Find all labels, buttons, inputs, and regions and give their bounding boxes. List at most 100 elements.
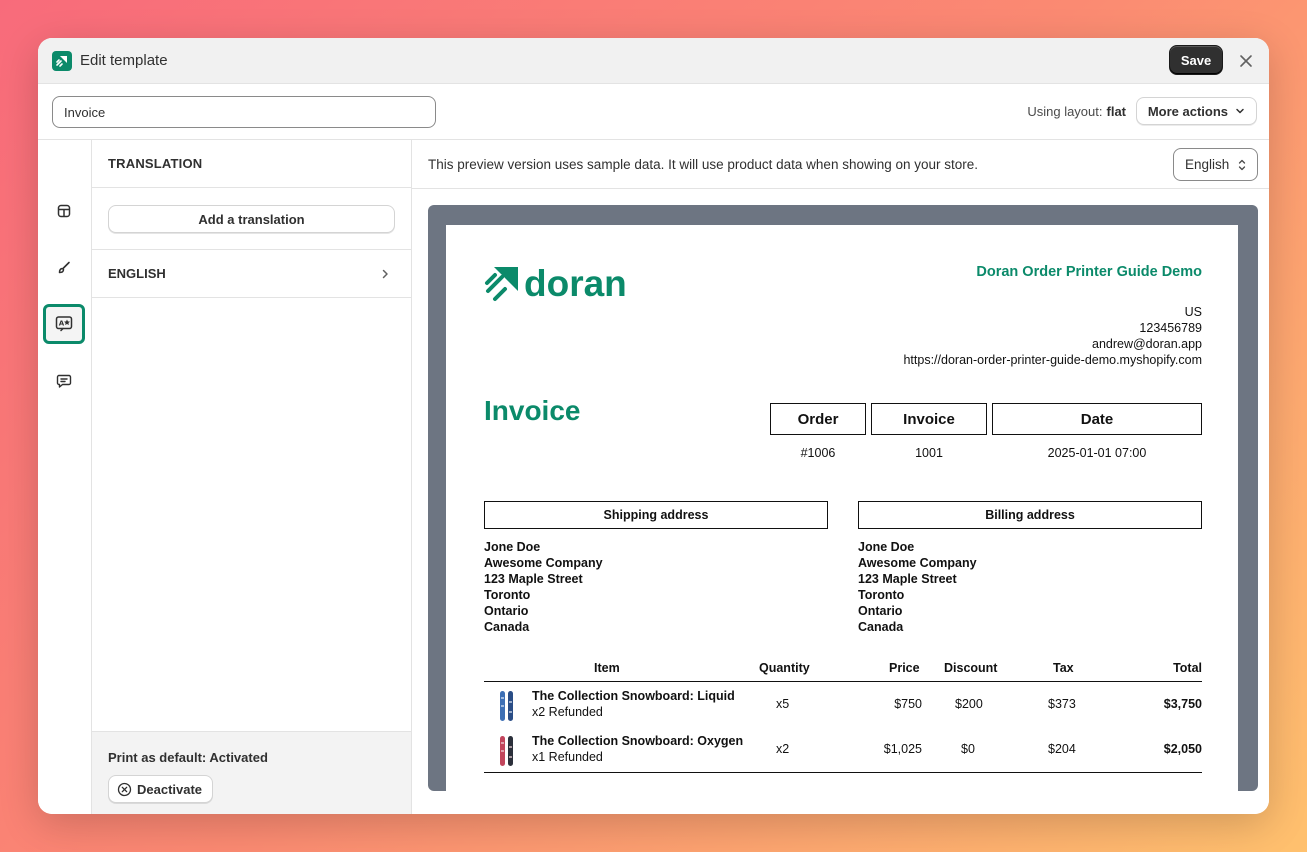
col-price: Price [889,661,920,675]
translation-icon: A [55,316,73,332]
billing-street: 123 Maple Street [858,572,957,586]
item-tax: $204 [1048,742,1076,756]
shipping-address: Jone Doe Awesome Company 123 Maple Stree… [484,539,603,635]
billing-country: Canada [858,620,904,634]
toolbar: Using layout:flat More actions [38,84,1269,140]
snowboard-oxygen-thumbnail [500,736,513,766]
translation-panel: TRANSLATION Add a translation ENGLISH Pr… [92,140,412,814]
billing-address: Jone Doe Awesome Company 123 Maple Stree… [858,539,977,635]
shop-phone: 123456789 [1139,321,1202,335]
layout-label: Using layout: [1027,104,1103,119]
order-header: Order [770,403,866,435]
preview-divider [412,188,1269,189]
date-header: Date [992,403,1202,435]
brand-name: doran [524,263,627,303]
chat-icon [56,374,72,388]
item-name: The Collection Snowboard: Oxygen [532,734,744,748]
left-rail: A [38,140,92,814]
rail-feedback-button[interactable] [43,361,85,401]
chevron-right-icon [382,269,388,278]
billing-city: Toronto [858,588,905,602]
item-price: $750 [894,697,922,711]
layout-info: Using layout: flat [1027,104,1126,119]
language-item-label: ENGLISH [108,266,166,281]
item-quantity: x5 [776,697,790,711]
order-number: #1006 [800,446,836,460]
invoice-number: 1001 [915,446,943,460]
col-total: Total [1173,661,1202,675]
deactivate-button[interactable]: Deactivate [108,775,214,803]
more-actions-button[interactable]: More actions [1135,97,1257,125]
rail-layout-button[interactable] [43,191,85,231]
cancel-circle-icon [117,782,132,796]
shipping-company: Awesome Company [484,556,603,570]
item-name: The Collection Snowboard: Liquid [532,689,735,703]
snowboard-liquid-thumbnail [500,691,513,721]
layout-value: flat [1106,104,1127,119]
select-arrows-icon [1238,159,1246,170]
item-total: $3,750 [1163,697,1202,711]
svg-text:A: A [59,320,65,328]
item-discount: $200 [955,697,983,711]
item-tax: $373 [1048,697,1076,711]
table-row: The Collection Snowboard: Liquid x2 Refu… [484,682,1202,727]
shipping-street: 123 Maple Street [484,572,583,586]
add-translation-button[interactable]: Add a translation [108,205,395,233]
layout-icon [57,204,71,218]
shipping-city: Toronto [484,588,531,602]
shop-country: US [1184,305,1202,319]
preview-area: This preview version uses sample data. I… [412,140,1269,814]
billing-company: Awesome Company [858,556,977,570]
item-discount: $0 [961,742,975,756]
language-item-english[interactable]: ENGLISH [92,249,411,298]
invoice-header: Invoice [871,403,987,435]
brand-logo: doran [484,263,634,308]
shop-name: Doran Order Printer Guide Demo [976,264,1202,280]
shop-email: andrew@doran.app [1092,337,1202,351]
col-item: Item [594,661,620,675]
more-actions-label: More actions [1147,103,1228,119]
rail-style-button[interactable] [43,248,85,288]
col-tax: Tax [1053,661,1074,675]
close-icon[interactable] [1235,50,1257,72]
preview-frame: doran Doran Order Printer Guide Demo US … [428,205,1258,791]
preview-language-select[interactable]: English [1173,148,1258,181]
shop-info: US 123456789 andrew@doran.app https://do… [903,304,1202,368]
edit-template-window: Edit template Save Using layout:flat Mor… [38,38,1269,814]
item-price: $1,025 [883,742,922,756]
order-date: 2025-01-01 07:00 [1047,446,1147,460]
line-items-bottom-rule [484,772,1202,773]
window-title: Edit template [80,52,168,69]
line-items-table: Item Quantity Price Discount Tax Total T… [484,657,1202,773]
app-logo-icon [52,50,72,71]
invoice-title: Invoice [484,395,581,426]
col-discount: Discount [944,661,998,675]
col-quantity: Quantity [759,661,810,675]
invoice-document: doran Doran Order Printer Guide Demo US … [446,225,1238,791]
billing-name: Jone Doe [858,540,915,554]
default-status: Print as default: Activated [108,750,268,765]
paintbrush-icon [58,261,70,274]
rail-translation-button[interactable]: A [43,304,85,344]
template-name-input[interactable] [52,96,436,128]
item-note: x1 Refunded [532,750,603,764]
billing-address-header: Billing address [858,501,1202,529]
item-quantity: x2 [776,742,790,756]
item-total: $2,050 [1163,742,1202,756]
shipping-province: Ontario [484,604,529,618]
save-button[interactable]: Save [1169,45,1223,75]
item-note: x2 Refunded [532,705,603,719]
shipping-name: Jone Doe [484,540,541,554]
shipping-address-header: Shipping address [484,501,828,529]
chevron-down-icon [1236,108,1244,114]
preview-language-value: English [1185,157,1230,172]
billing-province: Ontario [858,604,903,618]
line-items-header: Item Quantity Price Discount Tax Total [484,657,1202,682]
shipping-country: Canada [484,620,530,634]
title-bar: Edit template Save [38,38,1269,84]
table-row: The Collection Snowboard: Oxygen x1 Refu… [484,727,1202,772]
shop-url: https://doran-order-printer-guide-demo.m… [903,353,1202,367]
panel-title: TRANSLATION [92,140,411,188]
deactivate-label: Deactivate [137,781,203,797]
doran-logo-icon [485,267,518,301]
